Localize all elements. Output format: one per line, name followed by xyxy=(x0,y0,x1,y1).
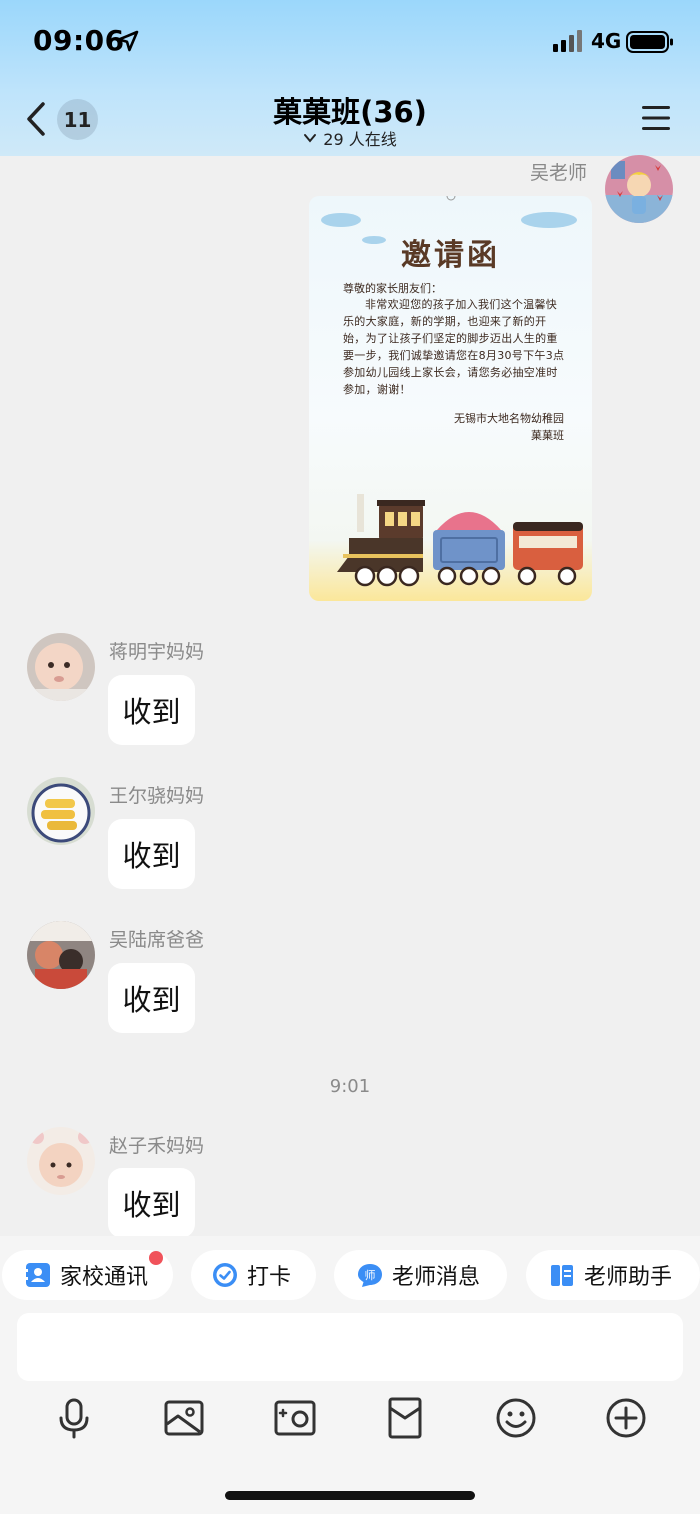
sender-name: 吴老师 xyxy=(530,162,588,184)
invitation-body: 非常欢迎您的孩子加入我们这个温馨快乐的大家庭，新的学期，也迎来了新的开始，为了让… xyxy=(343,298,565,396)
chat-header: 09:06 4G 11 菓菓班(36) 29 人在线 xyxy=(0,0,700,156)
emoji-icon[interactable] xyxy=(494,1396,538,1440)
invitation-signature-class: 菓菓班 xyxy=(531,429,564,442)
quick-action-label: 老师消息 xyxy=(392,1265,481,1290)
message-bubble[interactable]: 收到 xyxy=(108,819,195,889)
chat-title: 菓菓班(36) xyxy=(273,95,427,129)
chevron-down-icon xyxy=(304,134,317,143)
home-indicator xyxy=(225,1491,475,1500)
message-bubble[interactable]: 收到 xyxy=(108,1168,195,1238)
contacts-icon xyxy=(24,1263,50,1287)
input-area xyxy=(0,1300,700,1514)
train-illustration xyxy=(337,494,583,587)
sender-name: 蒋明宇妈妈 xyxy=(109,641,205,663)
menu-icon[interactable] xyxy=(640,103,672,133)
notification-dot xyxy=(149,1251,163,1265)
quick-action-teacher-messages[interactable]: 师 老师消息 xyxy=(334,1250,507,1300)
svg-text:师: 师 xyxy=(365,1269,376,1282)
food-avatar-image xyxy=(27,777,95,845)
quick-action-contacts[interactable]: 家校通讯 xyxy=(2,1250,173,1300)
invitation-greeting: 尊敬的家长朋友们： xyxy=(343,282,442,295)
microphone-icon[interactable] xyxy=(52,1396,96,1440)
message-input[interactable] xyxy=(17,1313,683,1381)
baby-avatar-image xyxy=(27,1127,95,1195)
sender-name: 赵子禾妈妈 xyxy=(109,1135,205,1157)
invitation-signature-school: 无锡市大地名物幼稚园 xyxy=(454,412,564,425)
avatar[interactable] xyxy=(27,777,95,845)
invitation-title: 邀请函 xyxy=(401,238,500,273)
sender-name: 吴陆席爸爸 xyxy=(109,929,205,951)
check-circle-icon xyxy=(213,1263,237,1287)
book-icon xyxy=(551,1265,573,1286)
red-envelope-icon[interactable] xyxy=(383,1396,427,1440)
status-time: 09:06 xyxy=(33,24,125,57)
teacher-message-icon: 师 xyxy=(358,1264,382,1287)
message-bubble[interactable]: 收到 xyxy=(108,963,195,1033)
quick-action-label: 家校通讯 xyxy=(60,1265,149,1290)
teacher-avatar-image xyxy=(605,155,673,223)
invitation-image[interactable]: 邀请函 尊敬的家长朋友们： 非常欢迎您的孩子加入我们这个温馨快乐的大家庭，新的学… xyxy=(309,196,592,601)
plus-icon[interactable] xyxy=(604,1396,648,1440)
quick-action-label: 打卡 xyxy=(247,1265,292,1290)
battery-icon xyxy=(626,31,673,53)
sender-name: 王尔骁妈妈 xyxy=(109,785,205,807)
avatar[interactable] xyxy=(27,633,95,701)
location-arrow-icon xyxy=(117,30,139,52)
network-label: 4G xyxy=(591,29,622,53)
child-avatar-image xyxy=(27,921,95,989)
avatar[interactable] xyxy=(27,921,95,989)
baby-avatar-image xyxy=(27,633,95,701)
time-separator: 9:01 xyxy=(329,1076,371,1097)
online-count-label: 29 人在线 xyxy=(323,130,397,149)
avatar[interactable] xyxy=(27,1127,95,1195)
message-bubble[interactable]: 收到 xyxy=(108,675,195,745)
quick-action-label: 老师助手 xyxy=(584,1265,673,1290)
camera-icon[interactable] xyxy=(273,1396,317,1440)
signal-icon xyxy=(553,30,582,52)
image-icon[interactable] xyxy=(162,1396,206,1440)
quick-action-teacher-assistant[interactable]: 老师助手 xyxy=(526,1250,700,1300)
quick-action-checkin[interactable]: 打卡 xyxy=(191,1250,316,1300)
avatar[interactable] xyxy=(605,155,673,223)
online-count[interactable]: 29 人在线 xyxy=(0,126,700,150)
